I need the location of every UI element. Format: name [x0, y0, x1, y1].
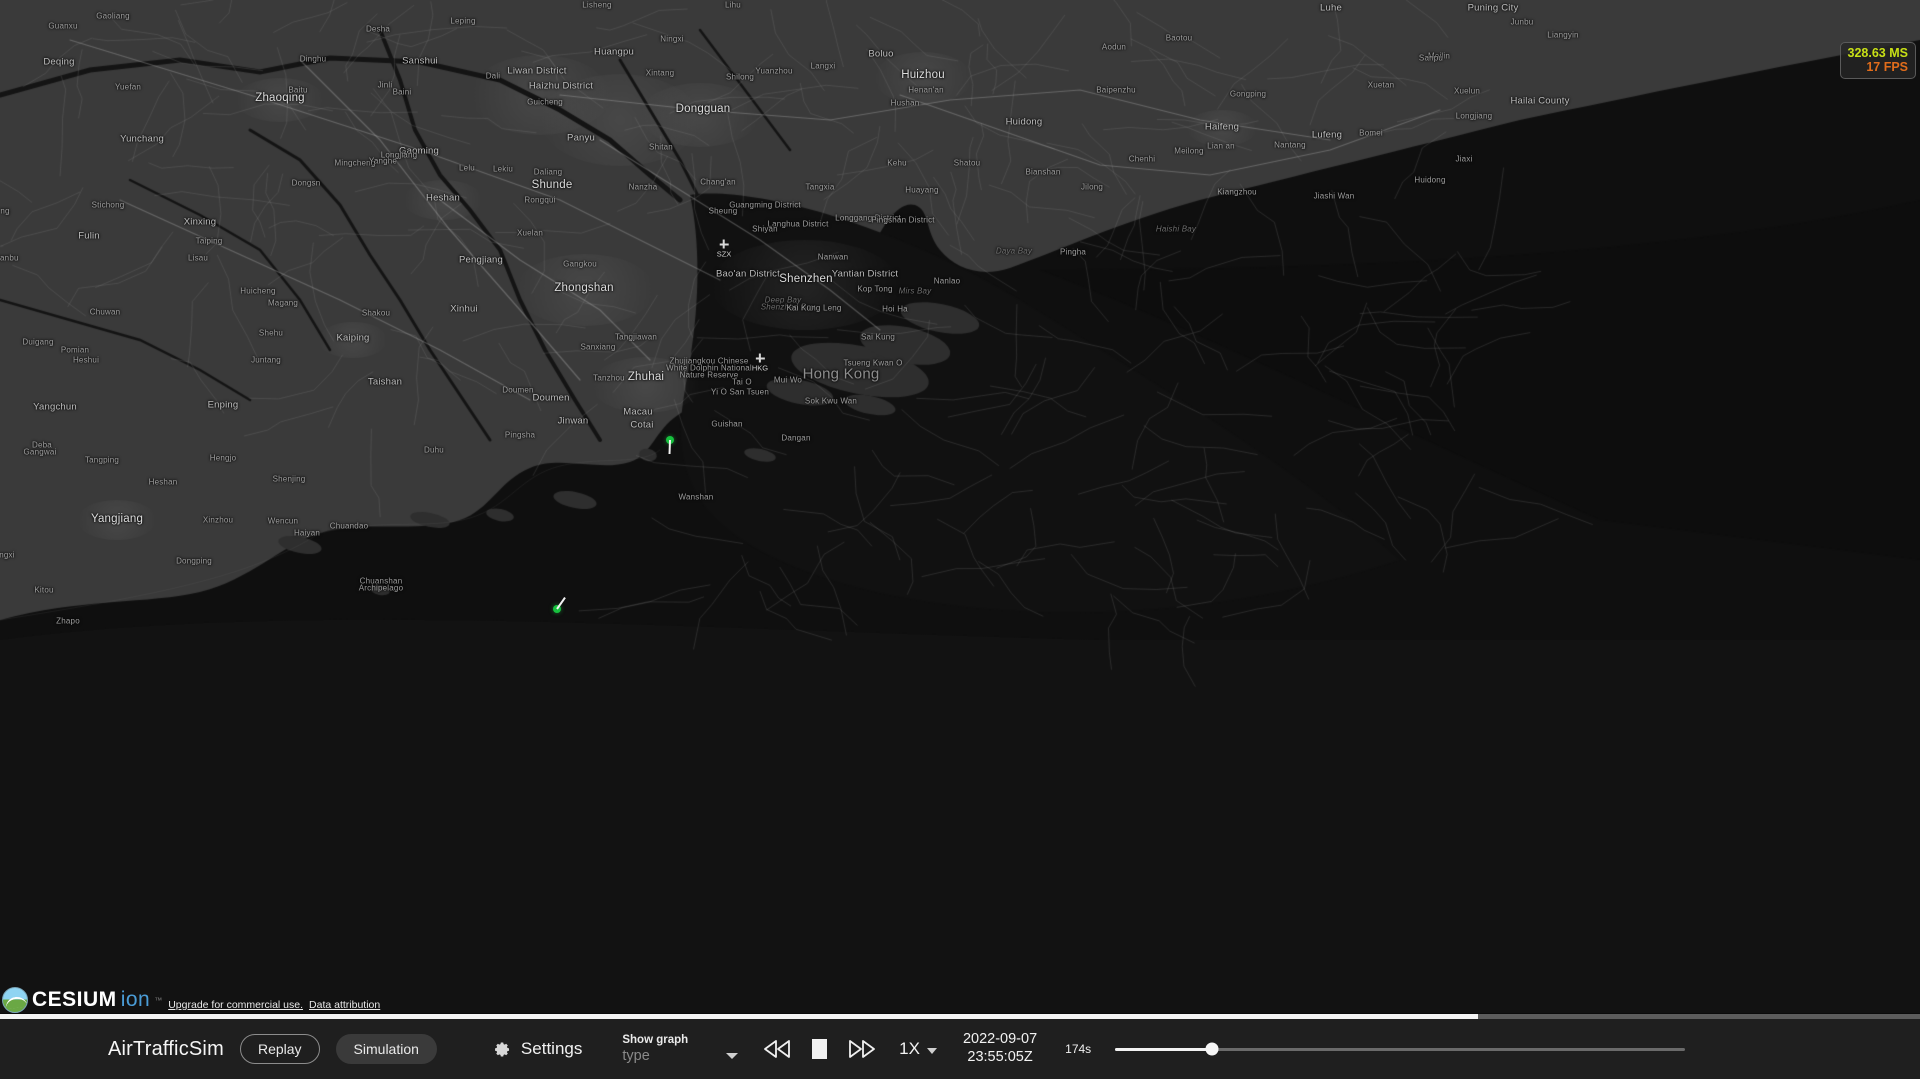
aircraft-marker[interactable]	[553, 596, 566, 613]
time-slider-thumb[interactable]	[1205, 1042, 1219, 1056]
aircraft-marker[interactable]	[666, 436, 674, 455]
time-slider-value: 174s	[1065, 1042, 1092, 1056]
bottom-toolbar: AirTrafficSim Replay Simulation Settings…	[0, 1019, 1920, 1079]
cesium-logo-word: CESIUM	[32, 988, 117, 1011]
cesium-logo-ion: ion	[120, 988, 151, 1011]
cesium-globe-icon	[2, 987, 28, 1013]
settings-button[interactable]: Settings	[493, 1039, 582, 1059]
playback-speed-label: 1X	[899, 1039, 920, 1058]
cesium-ion-logo: CESIUM ion ™	[2, 987, 162, 1013]
trademark-icon: ™	[154, 995, 163, 1005]
time-slider-track[interactable]	[1115, 1042, 1686, 1056]
data-attribution-link[interactable]: Data attribution	[309, 999, 380, 1013]
show-graph-value: type	[622, 1048, 650, 1065]
time-slider-fill	[1115, 1047, 1213, 1051]
cesium-map-viewport[interactable]: Guanxu Gaoliang Luhe Puning City Junbu Liangy…	[0, 0, 1920, 1013]
app-title: AirTrafficSim	[108, 1037, 224, 1060]
map-terrain-canvas[interactable]	[0, 0, 1920, 1013]
simulation-clock: 2022-09-07 23:55:05Z	[963, 1031, 1037, 1066]
stop-square-icon	[812, 1039, 828, 1059]
show-graph-label: Show graph	[622, 1033, 689, 1046]
cesium-credit-bar: CESIUM ion ™ Upgrade for commercial use.…	[0, 979, 380, 1013]
fps-readout: 17 FPS	[1866, 60, 1908, 74]
frame-time-readout: 328.63 MS	[1847, 46, 1908, 60]
chevron-down-icon[interactable]	[726, 1053, 739, 1060]
rewind-button[interactable]	[764, 1039, 791, 1059]
air-traffic-sim-app: Guanxu Gaoliang Luhe Puning City Junbu Liangy…	[0, 0, 1920, 1079]
clock-date: 2022-09-07	[962, 1031, 1038, 1048]
mode-button-simulation[interactable]: Simulation	[335, 1034, 437, 1064]
show-graph-dropdown[interactable]: Show graph type	[622, 1033, 739, 1066]
playback-controls	[764, 1039, 876, 1059]
performance-monitor: 328.63 MS 17 FPS	[1839, 42, 1916, 79]
clock-time: 23:55:05Z	[967, 1049, 1033, 1065]
gear-icon	[493, 1040, 512, 1059]
chevron-down-icon[interactable]	[926, 1048, 937, 1054]
upgrade-commercial-link[interactable]: Upgrade for commercial use.	[168, 999, 303, 1013]
stop-button[interactable]	[812, 1039, 828, 1059]
fast-forward-button[interactable]	[849, 1039, 876, 1059]
settings-label: Settings	[520, 1039, 583, 1058]
time-slider[interactable]: 174s	[1065, 1042, 1686, 1056]
playback-speed-dropdown[interactable]: 1X	[899, 1039, 937, 1059]
mode-button-replay[interactable]: Replay	[239, 1034, 320, 1064]
